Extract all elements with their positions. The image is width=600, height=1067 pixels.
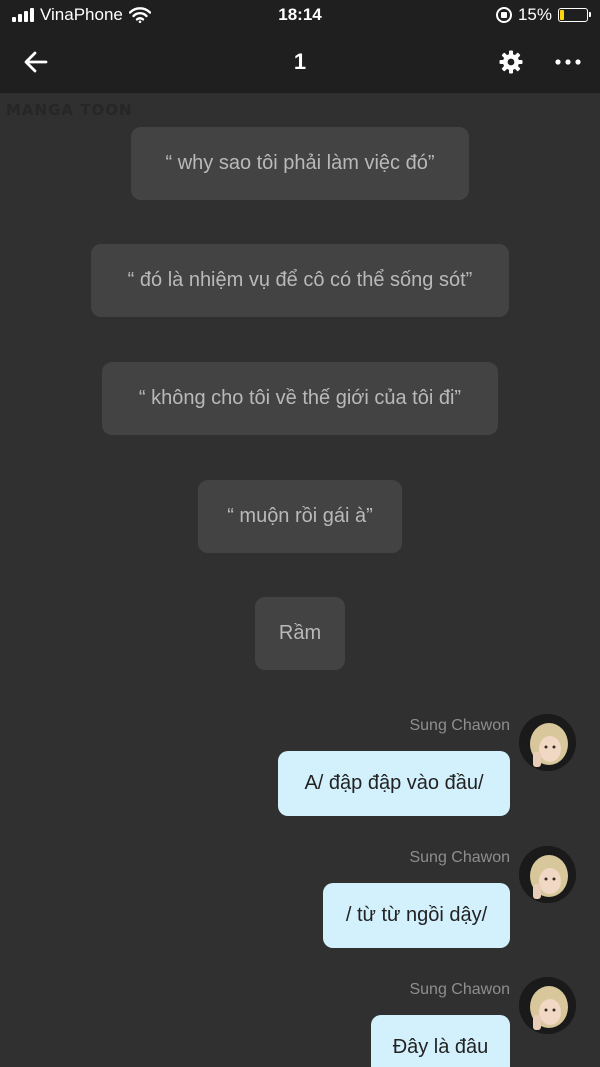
avatar[interactable] <box>519 977 576 1034</box>
narration-bubble: “ đó là nhiệm vụ để cô có thể sống sót” <box>91 244 509 317</box>
page-title: 1 <box>293 48 307 74</box>
back-button[interactable] <box>20 46 52 78</box>
message-bubble: Đây là đâu <box>371 1015 510 1067</box>
nav-bar: 1 <box>0 30 600 93</box>
avatar-photo <box>519 714 576 771</box>
status-bar: VinaPhone 18:14 15% <box>0 0 600 30</box>
avatar-photo <box>519 977 576 1034</box>
sender-name: Sung Chawon <box>409 981 510 998</box>
carrier-label: VinaPhone <box>40 5 123 24</box>
chat-screen: VinaPhone 18:14 15% 1 MANGA TOON “ why s… <box>0 0 600 1067</box>
wifi-icon <box>128 7 151 23</box>
more-dots-icon <box>555 59 581 65</box>
settings-button[interactable] <box>497 48 525 76</box>
sender-name: Sung Chawon <box>409 849 510 866</box>
message-bubble: A/ đập đập vào đầu/ <box>278 751 510 816</box>
narration-bubble: Rầm <box>255 597 345 670</box>
gear-icon <box>499 50 523 74</box>
narration-bubble: “ muộn rồi gái à” <box>198 480 402 553</box>
more-options-button[interactable] <box>553 48 583 76</box>
status-right: 15% <box>495 5 591 25</box>
narration-bubble: “ không cho tôi về thế giới của tôi đi” <box>102 362 498 435</box>
narration-bubble: “ why sao tôi phải làm việc đó” <box>131 127 469 200</box>
avatar-photo <box>519 846 576 903</box>
message-bubble: / từ từ ngồi dậy/ <box>323 883 510 948</box>
watermark-logo: MANGA TOON <box>6 101 133 119</box>
battery-level <box>560 10 564 20</box>
battery-icon <box>558 8 591 22</box>
sender-name: Sung Chawon <box>409 717 510 734</box>
battery-percent: 15% <box>517 5 552 24</box>
orientation-lock-icon <box>495 7 512 23</box>
back-arrow-icon <box>24 51 48 73</box>
signal-icon <box>12 8 34 22</box>
status-left: VinaPhone <box>12 5 151 25</box>
avatar[interactable] <box>519 846 576 903</box>
avatar[interactable] <box>519 714 576 771</box>
